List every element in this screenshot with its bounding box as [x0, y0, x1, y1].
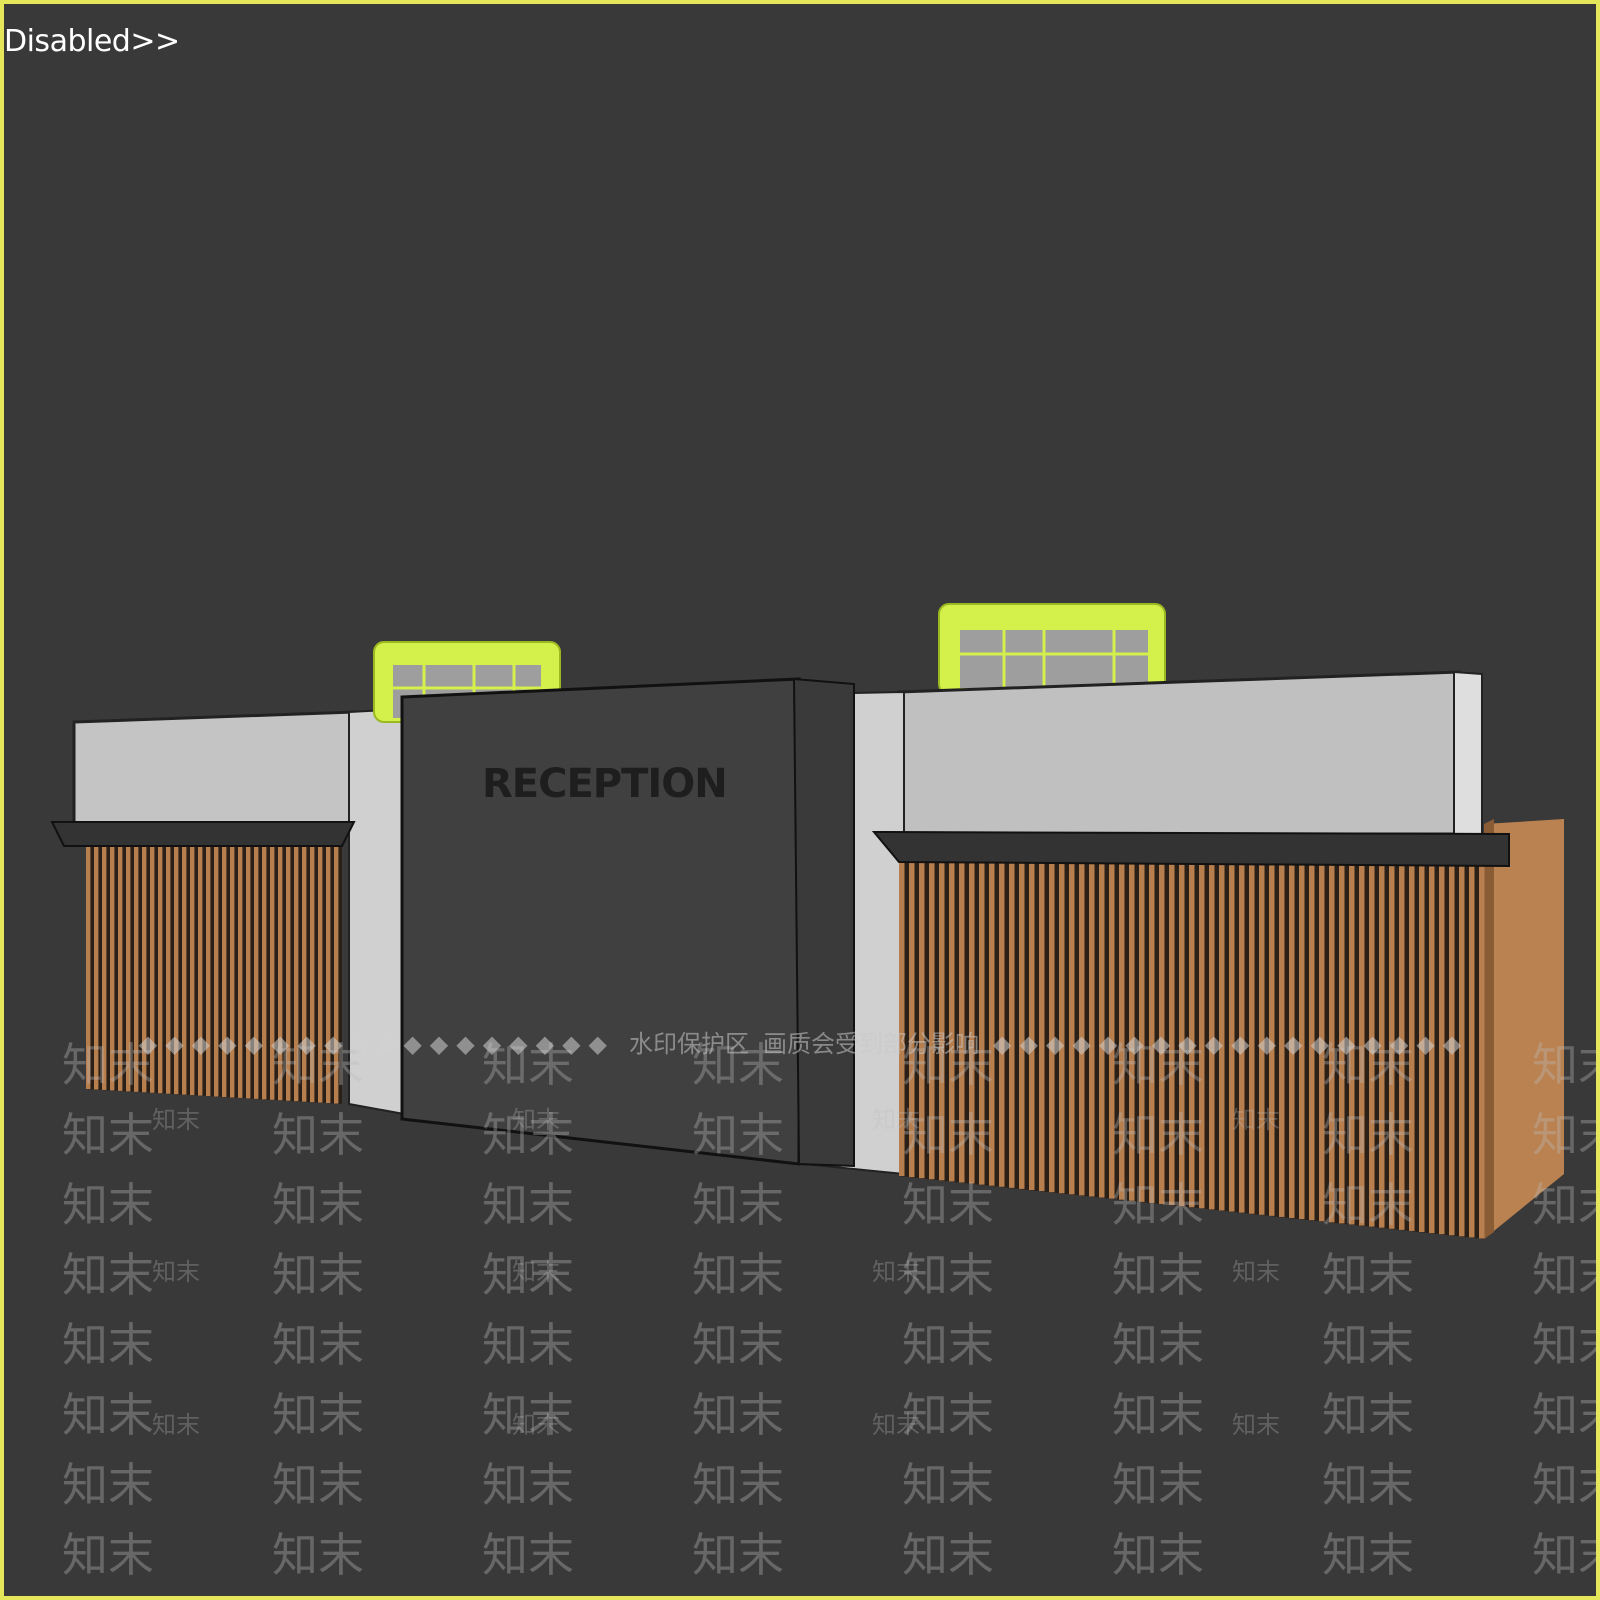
right-monitor	[938, 603, 1166, 695]
reception-center-panel	[400, 677, 801, 1166]
wood-slat	[334, 846, 339, 1104]
scene-render: RECEPTION	[4, 603, 1596, 1596]
wood-slat	[969, 862, 975, 1184]
wood-slat	[302, 846, 307, 1102]
wood-slat	[899, 862, 905, 1176]
viewport[interactable]: RECEPTION 知末知末知末知末知末知末知末知末知末知末知末知末知末知末知末…	[0, 0, 1600, 1600]
wood-slat	[286, 846, 291, 1101]
wood-slat	[909, 862, 915, 1178]
left-ledge	[50, 821, 356, 847]
right-ledge	[871, 830, 1510, 868]
watermark-dots-right: ◆◆◆◆◆◆◆◆◆◆◆◆◆◆◆◆◆◆	[993, 1030, 1470, 1058]
wood-slat	[939, 862, 945, 1181]
watermark-banner: ◆◆◆◆◆◆◆◆◆◆◆◆◆◆◆◆◆◆ 水印保护区 画质会受到部分影响 ◆◆◆◆◆◆◆◆…	[4, 1024, 1596, 1059]
right-top-panel	[897, 670, 1461, 836]
wood-slat	[270, 846, 275, 1100]
watermark-banner-text-1: 水印保护区	[629, 1030, 749, 1058]
viewport-label[interactable]: Disabled>>	[4, 24, 180, 59]
left-top-panel	[72, 710, 356, 836]
wood-slat	[262, 846, 267, 1100]
wood-slat	[318, 846, 323, 1103]
wood-slat	[222, 846, 227, 1097]
wood-slat	[929, 862, 935, 1180]
wood-slat	[278, 846, 283, 1101]
wood-slat	[949, 862, 955, 1182]
wood-slat	[238, 846, 243, 1098]
wood-slat	[326, 846, 331, 1104]
watermark-dots-left: ◆◆◆◆◆◆◆◆◆◆◆◆◆◆◆◆◆◆	[138, 1030, 615, 1058]
watermark-banner-text-2: 画质会受到部分影响	[763, 1030, 979, 1058]
wood-slat	[919, 862, 925, 1179]
wood-slat	[959, 862, 965, 1183]
wood-slat	[310, 846, 315, 1103]
wood-slat	[230, 846, 235, 1098]
left-wood-slats	[86, 846, 342, 1104]
wood-slat	[254, 846, 259, 1099]
reception-sign: RECEPTION	[482, 761, 727, 807]
wood-slat	[294, 846, 299, 1102]
wood-slat	[246, 846, 251, 1099]
